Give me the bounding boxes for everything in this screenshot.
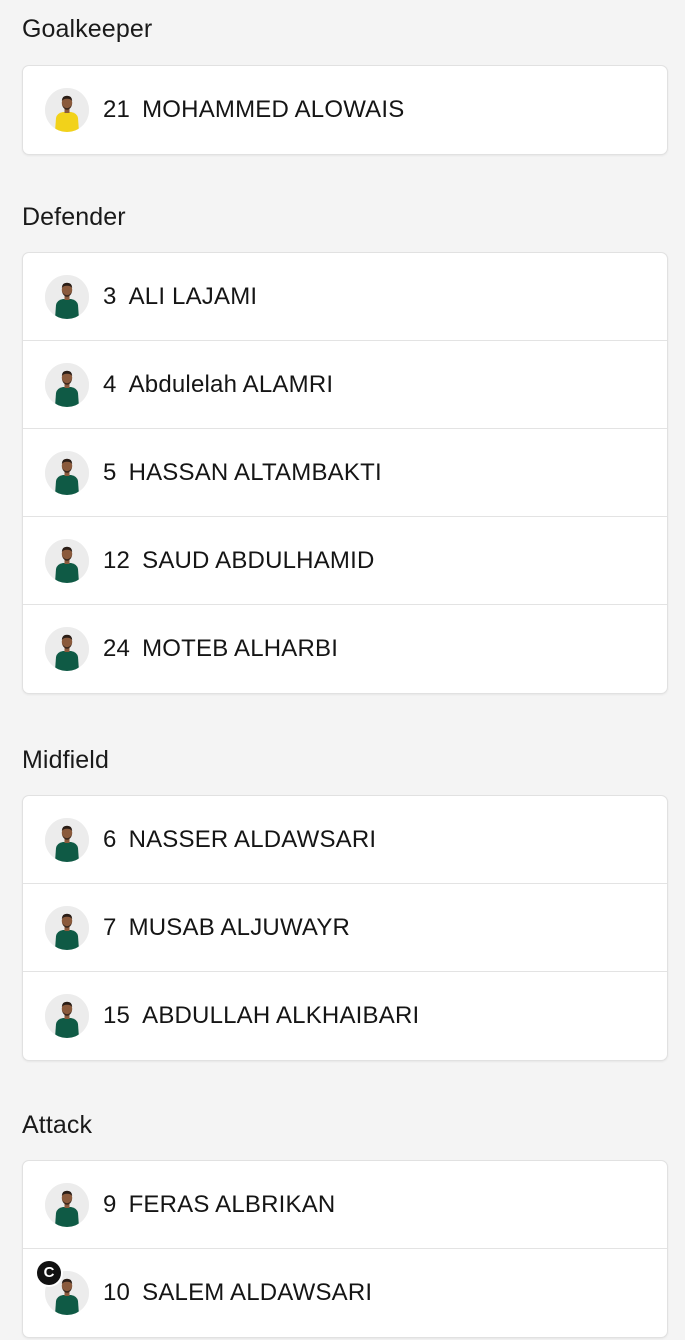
player-info: 9 FERAS ALBRIKAN [103,1161,335,1249]
player-photo-icon [45,906,89,950]
player-info: 4 Abdulelah ALAMRI [103,341,333,429]
player-name: HASSAN ALTAMBAKTI [128,459,382,486]
player-info: 21 MOHAMMED ALOWAIS [103,66,404,154]
section-title: Goalkeeper [22,15,153,43]
player-info: 5 HASSAN ALTAMBAKTI [103,429,382,517]
player-number: 24 [103,635,131,662]
player-list: 9 FERAS ALBRIKAN C 10 SALEM ALDAWSARI [22,1160,668,1338]
player-number: 12 [103,547,131,574]
player-name: ALI LAJAMI [128,283,258,310]
player-name: MUSAB ALJUWAYR [128,914,351,941]
player-photo-icon [45,539,89,583]
player-row[interactable]: 24 MOTEB ALHARBI [23,605,667,693]
player-name: NASSER ALDAWSARI [128,826,377,853]
player-row[interactable]: 21 MOHAMMED ALOWAIS [23,66,667,154]
player-row[interactable]: 12 SAUD ABDULHAMID [23,517,667,605]
player-name: SALEM ALDAWSARI [142,1279,373,1306]
player-name: MOHAMMED ALOWAIS [142,96,405,123]
player-number: 21 [103,96,131,123]
player-number: 9 [103,1191,117,1218]
player-info: 12 SAUD ABDULHAMID [103,517,375,605]
player-photo-icon [45,1183,89,1227]
player-number: 5 [103,459,117,486]
player-row[interactable]: 7 MUSAB ALJUWAYR [23,884,667,972]
player-number: 7 [103,914,117,941]
player-photo-icon [45,994,89,1038]
captain-badge-icon: C [37,1261,61,1285]
player-number: 15 [103,1002,131,1029]
player-number: 6 [103,826,117,853]
player-info: 24 MOTEB ALHARBI [103,605,338,693]
player-info: 6 NASSER ALDAWSARI [103,796,376,884]
section-title: Defender [22,203,126,231]
player-photo-icon [45,275,89,319]
player-row[interactable]: C 10 SALEM ALDAWSARI [23,1249,667,1337]
player-name: SAUD ABDULHAMID [142,547,375,574]
player-name: ABDULLAH ALKHAIBARI [142,1002,420,1029]
player-number: 4 [103,371,117,398]
player-list: 3 ALI LAJAMI 4 Abdulelah ALAMRI 5 HASSAN AL… [22,252,668,694]
player-info: 3 ALI LAJAMI [103,253,257,341]
player-info: 10 SALEM ALDAWSARI [103,1249,372,1337]
player-row[interactable]: 6 NASSER ALDAWSARI [23,796,667,884]
player-number: 10 [103,1279,131,1306]
player-name: Abdulelah ALAMRI [128,371,334,398]
player-row[interactable]: 9 FERAS ALBRIKAN [23,1161,667,1249]
player-list: 21 MOHAMMED ALOWAIS [22,65,668,155]
player-name: MOTEB ALHARBI [142,635,339,662]
player-row[interactable]: 3 ALI LAJAMI [23,253,667,341]
player-info: 15 ABDULLAH ALKHAIBARI [103,972,419,1060]
player-photo-icon [45,627,89,671]
player-photo-icon [45,818,89,862]
section-title: Attack [22,1111,93,1139]
player-photo-icon [45,363,89,407]
player-name: FERAS ALBRIKAN [128,1191,336,1218]
player-list: 6 NASSER ALDAWSARI 7 MUSAB ALJUWAYR 15 ABDU… [22,795,668,1061]
player-row[interactable]: 15 ABDULLAH ALKHAIBARI [23,972,667,1060]
section-title: Midfield [22,746,109,774]
player-number: 3 [103,283,117,310]
player-info: 7 MUSAB ALJUWAYR [103,884,350,972]
player-row[interactable]: 5 HASSAN ALTAMBAKTI [23,429,667,517]
player-photo-icon [45,88,89,132]
player-row[interactable]: 4 Abdulelah ALAMRI [23,341,667,429]
player-photo-icon [45,451,89,495]
